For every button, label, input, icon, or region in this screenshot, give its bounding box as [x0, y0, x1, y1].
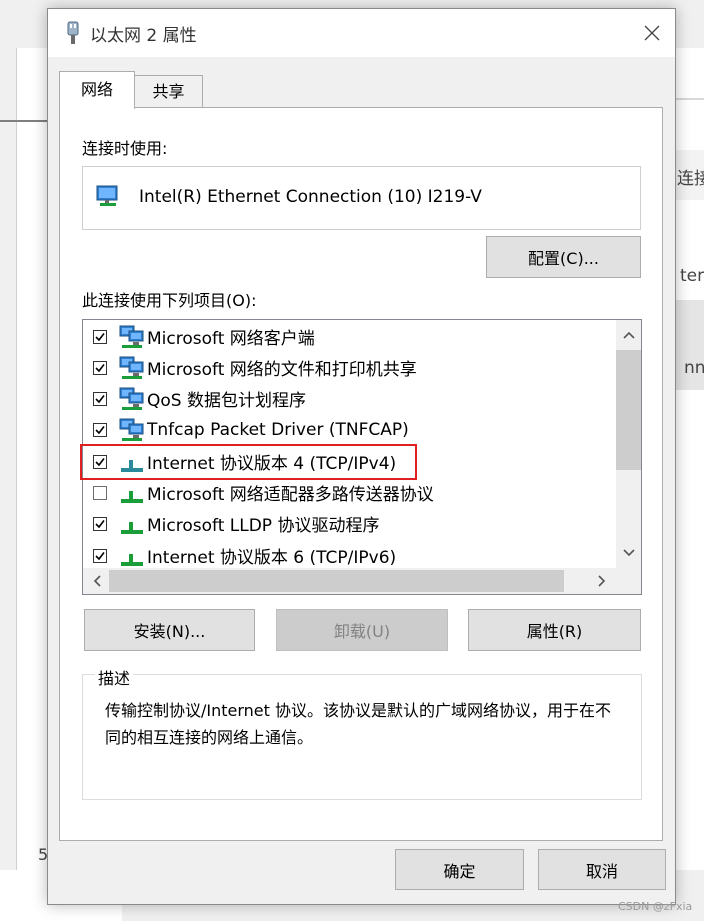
list-item[interactable]: Internet 协议版本 6 (TCP/IPv6) [83, 540, 616, 568]
scroll-up-button[interactable] [616, 322, 641, 348]
adapter-box: Intel(R) Ethernet Connection (10) I219-V [82, 166, 641, 230]
close-icon [644, 25, 660, 41]
chevron-left-icon [93, 575, 101, 587]
protocol-icon [121, 553, 143, 566]
tab-sharing[interactable]: 共享 [134, 75, 203, 108]
scroll-left-button[interactable] [85, 568, 109, 594]
background-text: nne [684, 358, 704, 378]
vertical-scroll-thumb[interactable] [616, 350, 641, 470]
configure-button[interactable]: 配置(C)... [486, 236, 641, 278]
adapter-name: Intel(R) Ethernet Connection (10) I219-V [139, 187, 482, 207]
checkmark-icon [95, 363, 105, 372]
description-legend: 描述 [95, 665, 134, 689]
background-text: 连接 [677, 169, 704, 189]
connect-using-label: 连接时使用: [82, 139, 168, 158]
checkmark-icon [95, 332, 105, 341]
checkmark-icon [95, 519, 105, 528]
description-text: 传输控制协议/Internet 协议。该协议是默认的广域网络协议，用于在不同的相… [105, 701, 612, 747]
item-label: Microsoft LLDP 协议驱动程序 [147, 516, 380, 536]
item-checkbox[interactable] [93, 329, 107, 344]
uninstall-button[interactable]: 卸载(U) [276, 609, 448, 651]
list-item[interactable]: Microsoft 网络适配器多路传送器协议 [83, 477, 616, 508]
checkmark-icon [95, 425, 105, 434]
network-adapter-icon [67, 21, 79, 44]
highlight-box [80, 444, 417, 480]
watermark: CSDN @zFxia [618, 900, 693, 913]
scroll-right-button[interactable] [589, 568, 615, 594]
list-item[interactable]: Microsoft LLDP 协议驱动程序 [83, 508, 616, 539]
scroll-down-button[interactable] [616, 540, 641, 566]
background-text: ter [680, 266, 704, 286]
list-item[interactable]: Microsoft 网络的文件和打印机共享 [83, 352, 616, 383]
list-item[interactable]: Microsoft 网络客户端 [83, 321, 616, 352]
properties-button[interactable]: 属性(R) [468, 609, 641, 651]
horizontal-scroll-thumb[interactable] [109, 570, 564, 592]
item-label: Internet 协议版本 6 (TCP/IPv6) [147, 548, 397, 568]
title-bar: 以太网 2 属性 [48, 9, 675, 57]
protocol-icon [121, 490, 143, 503]
background-divider [0, 120, 48, 122]
protocol-icon [121, 521, 143, 534]
cancel-button[interactable]: 取消 [538, 849, 666, 890]
item-checkbox[interactable] [93, 391, 107, 406]
item-checkbox[interactable] [93, 548, 107, 563]
chevron-right-icon [598, 575, 606, 587]
chevron-up-icon [622, 331, 635, 339]
item-checkbox[interactable] [93, 516, 107, 531]
dialog-title: 以太网 2 属性 [90, 26, 197, 46]
qos-icon [119, 387, 144, 410]
item-checkbox[interactable] [93, 485, 107, 500]
adapter-monitor-icon [96, 185, 118, 206]
scrollbar-corner [616, 568, 641, 594]
items-list-label: 此连接使用下列项目(O): [82, 291, 257, 310]
tab-network[interactable]: 网络 [59, 71, 135, 109]
item-label: Tnfcap Packet Driver (TNFCAP) [147, 419, 409, 440]
file-print-share-icon [119, 356, 144, 379]
item-label: Microsoft 网络客户端 [147, 329, 315, 349]
background-divider [676, 98, 704, 100]
properties-dialog: 以太网 2 属性 网络 共享 连接时使用: Intel(R) Ethernet … [47, 8, 676, 905]
close-button[interactable] [629, 9, 675, 57]
checkmark-icon [95, 551, 105, 560]
checkmark-icon [95, 394, 105, 403]
item-label: QoS 数据包计划程序 [147, 391, 306, 411]
item-label: Microsoft 网络适配器多路传送器协议 [147, 485, 434, 505]
network-client-icon [119, 325, 144, 348]
item-checkbox[interactable] [93, 360, 107, 375]
list-item[interactable]: QoS 数据包计划程序 [83, 383, 616, 414]
packet-driver-icon [119, 418, 144, 441]
chevron-down-icon [622, 549, 635, 557]
item-label: Microsoft 网络的文件和打印机共享 [147, 360, 417, 380]
item-checkbox[interactable] [93, 422, 107, 437]
list-item[interactable]: Tnfcap Packet Driver (TNFCAP) [83, 414, 616, 445]
install-button[interactable]: 安装(N)... [84, 609, 255, 651]
ok-button[interactable]: 确定 [395, 849, 524, 890]
